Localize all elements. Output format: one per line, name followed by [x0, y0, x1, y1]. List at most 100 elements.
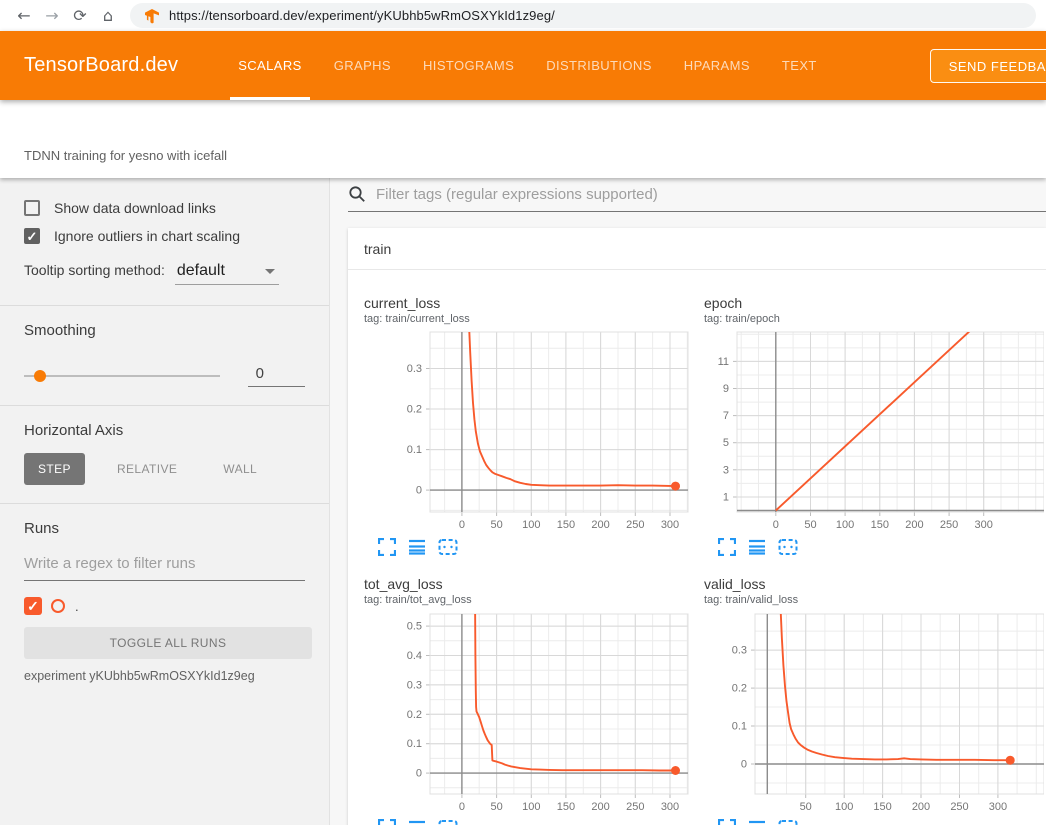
ignore-outliers-checkbox[interactable]: ✓	[24, 228, 40, 244]
axis-relative-button[interactable]: RELATIVE	[103, 453, 191, 485]
tooltip-sorting-value: default	[177, 262, 225, 280]
chart-title: current_loss	[364, 294, 692, 312]
tab-distributions[interactable]: DISTRIBUTIONS	[530, 31, 668, 100]
chart-card-valid-loss: valid_loss tag: train/valid_loss 5010015…	[692, 561, 1046, 825]
show-download-links-row[interactable]: Show data download links	[0, 200, 329, 216]
run-color-circle-icon	[51, 599, 65, 613]
svg-text:5: 5	[723, 437, 729, 449]
line-chart-tot-avg-loss[interactable]: 05010015020025030000.10.20.30.40.5	[352, 611, 692, 811]
forward-icon[interactable]: →	[38, 4, 66, 28]
line-chart-valid-loss[interactable]: 5010015020025030000.10.20.3	[692, 611, 1046, 811]
axis-step-button[interactable]: STEP	[24, 453, 85, 485]
svg-text:0.2: 0.2	[732, 683, 747, 695]
fit-domain-icon[interactable]	[778, 819, 798, 825]
svg-text:0: 0	[459, 801, 465, 811]
svg-text:100: 100	[522, 801, 540, 811]
fit-domain-icon[interactable]	[438, 538, 458, 556]
svg-text:0: 0	[773, 519, 779, 530]
svg-text:200: 200	[912, 801, 930, 811]
smoothing-value[interactable]: 0	[248, 365, 305, 387]
svg-text:0.4: 0.4	[407, 650, 422, 662]
svg-text:7: 7	[723, 410, 729, 422]
svg-text:50: 50	[490, 801, 502, 811]
address-bar[interactable]: https://tensorboard.dev/experiment/yKUbh…	[130, 3, 1036, 28]
experiment-id-text: experiment yKUbhb5wRmOSXYkId1z9eg	[24, 669, 305, 683]
search-icon	[348, 185, 366, 203]
smoothing-section: Smoothing 0	[0, 306, 329, 405]
horizontal-axis-section: Horizontal Axis STEP RELATIVE WALL	[0, 406, 329, 503]
run-row[interactable]: ✓ .	[24, 597, 305, 615]
svg-text:0.3: 0.3	[407, 363, 422, 375]
svg-text:300: 300	[989, 801, 1007, 811]
runs-section: Runs Write a regex to filter runs ✓ . TO…	[0, 504, 329, 701]
svg-text:0: 0	[416, 485, 422, 497]
filter-tags-input[interactable]: Filter tags (regular expressions support…	[348, 185, 1046, 212]
tab-text[interactable]: TEXT	[766, 31, 833, 100]
svg-text:0: 0	[741, 759, 747, 771]
svg-text:200: 200	[905, 519, 923, 530]
back-icon[interactable]: ←	[10, 4, 38, 28]
svg-text:0: 0	[459, 519, 465, 530]
tooltip-sorting-dropdown[interactable]: default	[175, 262, 279, 285]
smoothing-slider[interactable]	[24, 375, 220, 377]
chart-title: valid_loss	[704, 575, 1046, 593]
expand-card-icon[interactable]	[718, 819, 736, 825]
svg-text:150: 150	[557, 519, 575, 530]
settings-sidebar: Show data download links ✓ Ignore outlie…	[0, 178, 330, 825]
chart-card-tot-avg-loss: tot_avg_loss tag: train/tot_avg_loss 050…	[352, 561, 692, 825]
chart-tag: tag: train/epoch	[704, 312, 1046, 326]
expand-card-icon[interactable]	[378, 819, 396, 825]
log-scale-icon[interactable]	[408, 538, 426, 556]
svg-text:200: 200	[591, 801, 609, 811]
svg-text:3: 3	[723, 464, 729, 476]
tab-hparams[interactable]: HPARAMS	[668, 31, 766, 100]
tooltip-sorting-label: Tooltip sorting method:	[24, 262, 165, 278]
svg-text:11: 11	[718, 356, 729, 368]
url-text: https://tensorboard.dev/experiment/yKUbh…	[169, 8, 555, 23]
svg-text:0: 0	[416, 768, 422, 780]
runs-filter-input[interactable]: Write a regex to filter runs	[24, 541, 305, 581]
show-download-links-label: Show data download links	[54, 200, 216, 216]
line-chart-epoch[interactable]: 0501001502002503001357911	[692, 330, 1046, 530]
svg-text:1: 1	[723, 492, 729, 504]
toggle-all-runs-button[interactable]: TOGGLE ALL RUNS	[24, 627, 312, 659]
home-icon[interactable]: ⌂	[94, 4, 122, 28]
charts-grid: current_loss tag: train/current_loss 050…	[348, 270, 1046, 825]
expand-card-icon[interactable]	[718, 538, 736, 556]
smoothing-slider-thumb[interactable]	[34, 370, 46, 382]
log-scale-icon[interactable]	[408, 819, 426, 825]
svg-text:50: 50	[800, 801, 812, 811]
send-feedback-button[interactable]: SEND FEEDBACK	[930, 49, 1046, 83]
tab-histograms[interactable]: HISTOGRAMS	[407, 31, 530, 100]
log-scale-icon[interactable]	[748, 538, 766, 556]
horizontal-axis-label: Horizontal Axis	[24, 422, 305, 439]
log-scale-icon[interactable]	[748, 819, 766, 825]
train-section-header[interactable]: train	[348, 228, 1046, 270]
experiment-title-band: TDNN training for yesno with icefall	[0, 100, 1046, 178]
run-checkbox[interactable]: ✓	[24, 597, 42, 615]
show-download-links-checkbox[interactable]	[24, 200, 40, 216]
svg-text:0.1: 0.1	[407, 444, 422, 456]
runs-label: Runs	[24, 520, 305, 537]
nav-tabs: SCALARS GRAPHS HISTOGRAMS DISTRIBUTIONS …	[222, 31, 833, 100]
reload-icon[interactable]: ⟳	[66, 4, 94, 28]
svg-text:0.3: 0.3	[407, 679, 422, 691]
tab-graphs[interactable]: GRAPHS	[318, 31, 407, 100]
tensorboard-logo: TensorBoard.dev	[24, 54, 178, 77]
tab-scalars[interactable]: SCALARS	[222, 31, 318, 100]
chart-title: tot_avg_loss	[364, 575, 692, 593]
dashboard-main: Filter tags (regular expressions support…	[330, 178, 1046, 825]
fit-domain-icon[interactable]	[778, 538, 798, 556]
svg-text:250: 250	[626, 519, 644, 530]
line-chart-current-loss[interactable]: 05010015020025030000.10.20.3	[352, 330, 692, 530]
svg-text:300: 300	[975, 519, 993, 530]
ignore-outliers-row[interactable]: ✓ Ignore outliers in chart scaling	[0, 228, 329, 244]
fit-domain-icon[interactable]	[438, 819, 458, 825]
svg-text:0.1: 0.1	[732, 721, 747, 733]
chart-tag: tag: train/valid_loss	[704, 593, 1046, 607]
axis-wall-button[interactable]: WALL	[209, 453, 271, 485]
expand-card-icon[interactable]	[378, 538, 396, 556]
app-header: TensorBoard.dev SCALARS GRAPHS HISTOGRAM…	[0, 31, 1046, 100]
svg-text:300: 300	[661, 519, 679, 530]
svg-text:0.2: 0.2	[407, 404, 422, 416]
